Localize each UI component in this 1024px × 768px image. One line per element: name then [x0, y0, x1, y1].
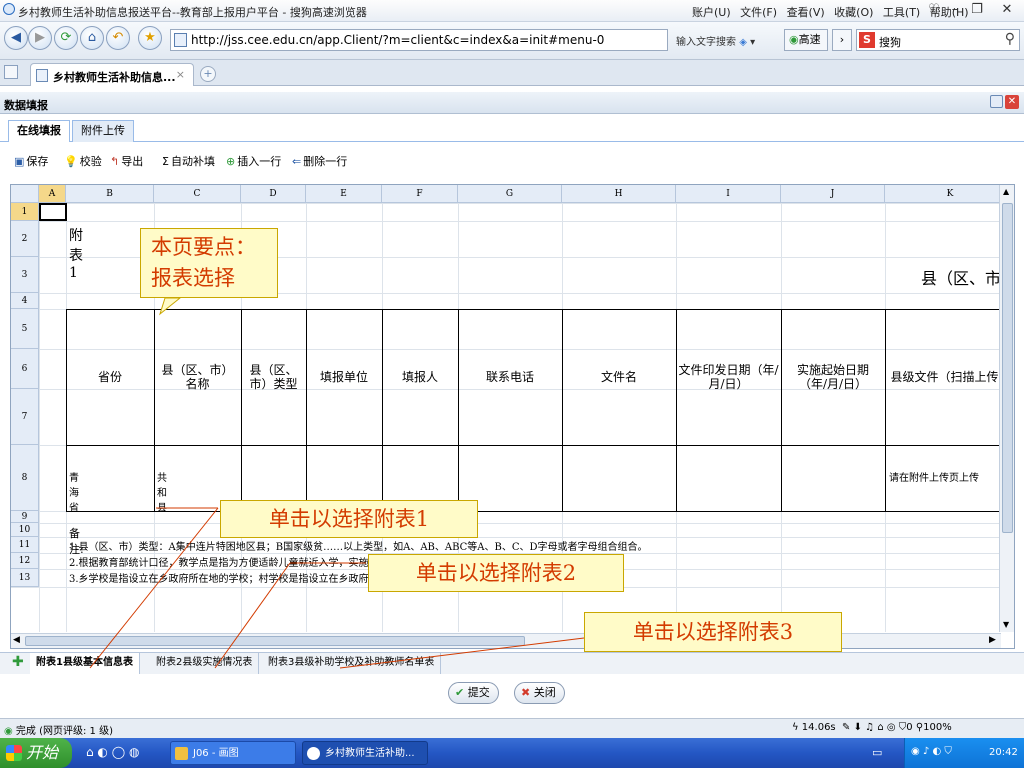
callout3-line: [339, 637, 585, 669]
callout1-line: [89, 507, 219, 669]
callout2-line: [214, 562, 291, 669]
select-attach2-callout: 单击以选择附表2: [368, 554, 624, 592]
keypoint-callout: 本页要点： 报表选择: [140, 228, 278, 298]
callout-arrows: [89, 297, 585, 669]
select-attach1-callout: 单击以选择附表1: [220, 500, 478, 538]
select-attach3-callout: 单击以选择附表3: [584, 612, 842, 652]
keypoint-callout-pointer: [159, 297, 182, 316]
